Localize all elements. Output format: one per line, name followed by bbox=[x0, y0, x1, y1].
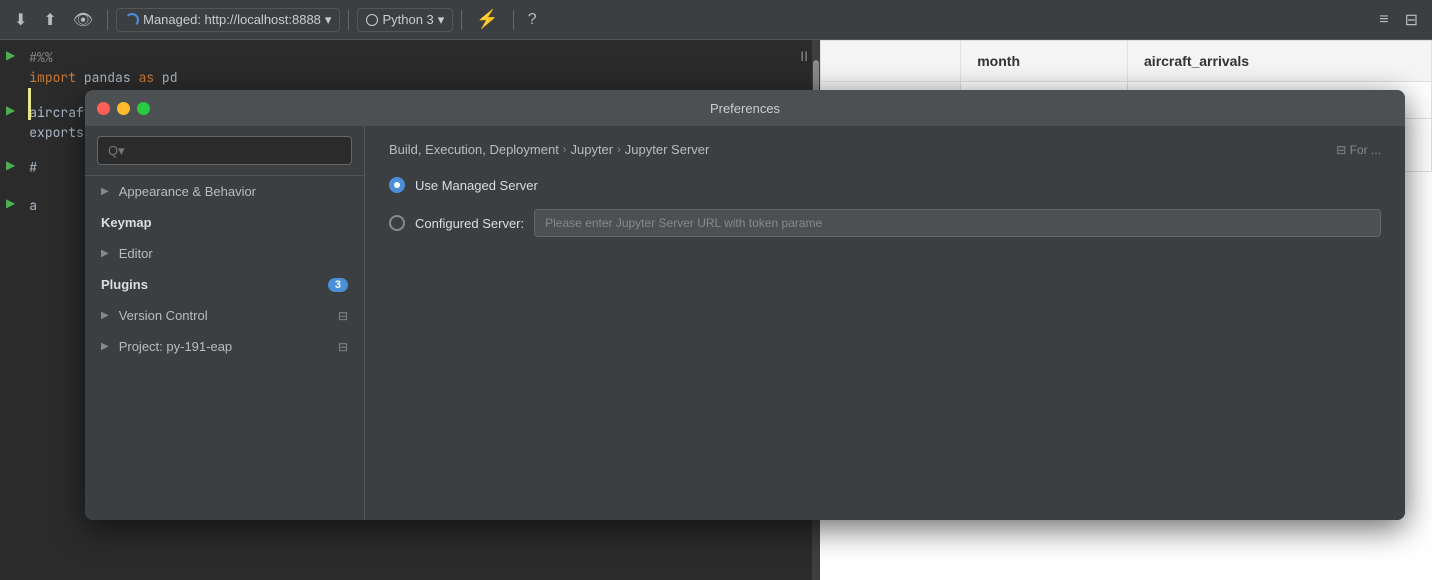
hamburger-button[interactable]: ≡ bbox=[1373, 7, 1394, 33]
breadcrumb-part3: Jupyter Server bbox=[625, 142, 710, 157]
search-box-wrap bbox=[85, 126, 364, 176]
preferences-search[interactable] bbox=[97, 136, 352, 165]
toolbar-btn-1[interactable]: ⬇ bbox=[8, 6, 33, 34]
sidebar-item-appearance[interactable]: ▶ Appearance & Behavior bbox=[85, 176, 364, 207]
server-url-input[interactable] bbox=[534, 209, 1381, 237]
toolbar-btn-eye[interactable]: 👁 bbox=[67, 6, 99, 34]
sidebar-item-editor[interactable]: ▶ Editor bbox=[85, 238, 364, 269]
help-button[interactable]: ? bbox=[522, 7, 543, 33]
toolbar-btn-2[interactable]: ⬆ bbox=[37, 6, 62, 34]
editor-arrow-icon: ▶ bbox=[101, 248, 109, 259]
columns-icon: ⊟ bbox=[1405, 10, 1418, 30]
sidebar-item-plugins[interactable]: Plugins 3 bbox=[85, 269, 364, 300]
option-row-2: Configured Server: bbox=[389, 209, 1381, 237]
project-arrow-icon: ▶ bbox=[101, 341, 109, 352]
divider-4 bbox=[513, 10, 514, 30]
sidebar-item-keymap[interactable]: Keymap bbox=[85, 207, 364, 238]
columns-button[interactable]: ⊟ bbox=[1399, 6, 1424, 34]
radio-configured[interactable] bbox=[389, 215, 405, 231]
breadcrumb-part1: Build, Execution, Deployment bbox=[389, 142, 559, 157]
dropdown-arrow: ▾ bbox=[325, 12, 332, 28]
project-badge-icon: ⊟ bbox=[338, 340, 348, 354]
divider-2 bbox=[348, 10, 349, 30]
breadcrumb-for: ⊟ For ... bbox=[1336, 143, 1381, 157]
sidebar-item-project-label: Project: py-191-eap bbox=[119, 339, 232, 354]
close-button[interactable] bbox=[97, 102, 110, 115]
kernel-label: Python 3 bbox=[382, 12, 433, 27]
lightning-button[interactable]: ⚡ bbox=[470, 5, 504, 34]
sidebar-item-keymap-label: Keymap bbox=[101, 215, 152, 230]
option-row-1: Use Managed Server bbox=[389, 177, 1381, 193]
sidebar-item-plugins-label: Plugins bbox=[101, 277, 148, 292]
breadcrumb-part2: Jupyter bbox=[570, 142, 613, 157]
breadcrumb: Build, Execution, Deployment › Jupyter ›… bbox=[389, 142, 1381, 157]
plugins-badge: 3 bbox=[328, 278, 348, 292]
dialog-title: Preferences bbox=[710, 101, 780, 116]
managed-server-label: Use Managed Server bbox=[415, 178, 538, 193]
preferences-dialog: Preferences ▶ Appearance & Behavior Keym… bbox=[85, 90, 1405, 520]
maximize-button[interactable] bbox=[137, 102, 150, 115]
radio-managed[interactable] bbox=[389, 177, 405, 193]
sidebar-item-vcs[interactable]: ▶ Version Control ⊟ bbox=[85, 300, 364, 331]
hamburger-icon: ≡ bbox=[1379, 11, 1388, 29]
sidebar-item-appearance-label: Appearance & Behavior bbox=[119, 184, 256, 199]
dialog-titlebar: Preferences bbox=[85, 90, 1405, 126]
circle-icon bbox=[366, 14, 378, 26]
vcs-badge-icon: ⊟ bbox=[338, 309, 348, 323]
toolbar-right: ≡ ⊟ bbox=[1373, 6, 1424, 34]
sidebar-item-project[interactable]: ▶ Project: py-191-eap ⊟ bbox=[85, 331, 364, 362]
sidebar-item-vcs-label: Version Control bbox=[119, 308, 208, 323]
traffic-lights bbox=[97, 102, 150, 115]
divider-3 bbox=[461, 10, 462, 30]
breadcrumb-sep1: › bbox=[563, 144, 567, 156]
managed-label: Managed: http://localhost:8888 bbox=[143, 12, 321, 27]
toolbar: ⬇ ⬆ 👁 Managed: http://localhost:8888 ▾ P… bbox=[0, 0, 1432, 40]
sidebar-panel: ▶ Appearance & Behavior Keymap ▶ Editor … bbox=[85, 126, 365, 520]
dialog-body: ▶ Appearance & Behavior Keymap ▶ Editor … bbox=[85, 126, 1405, 520]
minimize-button[interactable] bbox=[117, 102, 130, 115]
dialog-overlay: Preferences ▶ Appearance & Behavior Keym… bbox=[0, 40, 1432, 580]
spinner-icon bbox=[125, 13, 139, 27]
configured-server-label: Configured Server: bbox=[415, 216, 524, 231]
breadcrumb-sep2: › bbox=[617, 144, 621, 156]
kernel-dropdown[interactable]: Python 3 ▾ bbox=[357, 8, 453, 32]
main-panel: Build, Execution, Deployment › Jupyter ›… bbox=[365, 126, 1405, 520]
managed-server-dropdown[interactable]: Managed: http://localhost:8888 ▾ bbox=[116, 8, 340, 32]
divider-1 bbox=[107, 10, 108, 30]
vcs-arrow-icon: ▶ bbox=[101, 310, 109, 321]
sidebar-item-editor-label: Editor bbox=[119, 246, 153, 261]
kernel-arrow: ▾ bbox=[438, 12, 445, 28]
arrow-icon: ▶ bbox=[101, 186, 109, 197]
